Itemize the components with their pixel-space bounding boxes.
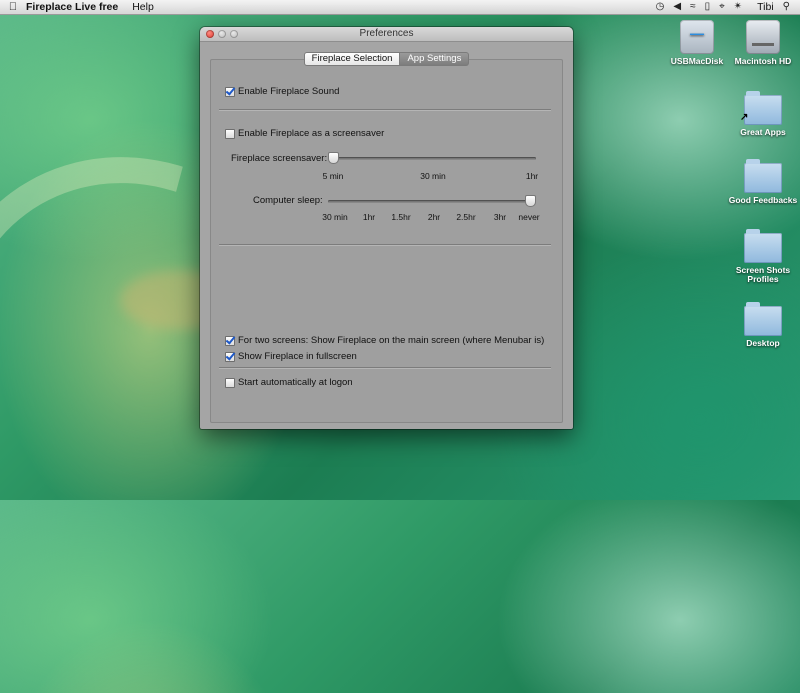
window-title: Preferences xyxy=(359,28,414,39)
volume-icon[interactable]: ◀ xyxy=(673,0,681,14)
screensaver-tick: 30 min xyxy=(420,171,446,181)
desktop-item-screen-shots-profiles[interactable]: Screen Shots Profiles xyxy=(728,229,798,284)
tab-app-settings[interactable]: App Settings xyxy=(400,52,470,66)
divider xyxy=(219,244,551,246)
sleep-tick: 2hr xyxy=(427,212,441,222)
desktop-item-good-feedbacks[interactable]: Good Feedbacks xyxy=(728,159,798,205)
sleep-tick: never xyxy=(518,212,540,222)
fullscreen-option[interactable]: Show Fireplace in fullscreen xyxy=(225,351,357,362)
desktop-item-label: USBMacDisk xyxy=(670,56,724,66)
bluetooth-icon[interactable]: ✴ xyxy=(734,0,742,14)
divider xyxy=(219,109,551,111)
autostart-checkbox[interactable] xyxy=(225,377,235,388)
screensaver-tick: 5 min xyxy=(322,171,344,181)
help-menu[interactable]: Help xyxy=(132,1,154,13)
screensaver-slider-label: Fireplace screensaver: xyxy=(231,153,328,164)
folder-icon xyxy=(744,159,782,193)
sleep-slider-label: Computer sleep: xyxy=(253,195,323,206)
desktop-item-macintosh-hd[interactable]: Macintosh HD xyxy=(728,20,798,66)
search-icon[interactable]: ⚲ xyxy=(783,0,790,14)
sleep-tick: 3hr xyxy=(493,212,507,222)
desktop-item-great-apps[interactable]: ↗ Great Apps xyxy=(728,91,798,137)
user-name[interactable]: Tibi xyxy=(757,1,774,13)
settings-panel: Enable Fireplace Sound Enable Fireplace … xyxy=(210,59,563,423)
battery-icon[interactable]: ▯ xyxy=(705,0,711,14)
desktop-item-label: Desktop xyxy=(746,338,780,348)
sleep-tick: 2.5hr xyxy=(456,212,476,222)
folder-icon: ↗ xyxy=(740,91,782,125)
status-area: ◷ ◀ ≈ ▯ ⌖ ✴ Tibi ⚲ xyxy=(656,0,800,14)
screensaver-tick: 1hr xyxy=(525,171,539,181)
keyboard-icon[interactable]: ⌖ xyxy=(719,0,725,14)
time-machine-icon[interactable]: ◷ xyxy=(656,0,665,14)
screensaver-slider-track[interactable] xyxy=(328,157,536,160)
desktop-item-label: Macintosh HD xyxy=(734,56,792,66)
preferences-window: Preferences Enable Fireplace Sound Enabl… xyxy=(200,27,573,429)
sleep-tick: 1.5hr xyxy=(391,212,411,222)
autostart-option[interactable]: Start automatically at logon xyxy=(225,377,353,388)
two-screens-checkbox[interactable] xyxy=(225,335,235,346)
apple-menu-icon[interactable]:  xyxy=(0,1,26,13)
screensaver-checkbox[interactable] xyxy=(225,128,235,139)
sleep-slider-thumb[interactable] xyxy=(525,195,536,207)
desktop-item-label: Great Apps xyxy=(740,127,786,137)
fullscreen-checkbox[interactable] xyxy=(225,351,235,362)
screensaver-label: Enable Fireplace as a screensaver xyxy=(238,128,385,139)
desktop-item-label: Good Feedbacks xyxy=(728,195,798,205)
sleep-tick: 1hr xyxy=(362,212,376,222)
desktop-item-label: Screen Shots Profiles xyxy=(735,265,791,284)
desktop-item-usbmacdisk[interactable]: USBMacDisk xyxy=(662,20,732,66)
tab-bar: Fireplace Selection App Settings xyxy=(200,52,573,66)
sound-option[interactable]: Enable Fireplace Sound xyxy=(225,86,339,97)
autostart-label: Start automatically at logon xyxy=(238,377,353,388)
screensaver-slider-thumb[interactable] xyxy=(328,152,339,164)
sound-checkbox[interactable] xyxy=(225,86,235,97)
app-menu[interactable]: Fireplace Live free xyxy=(26,1,118,13)
divider xyxy=(219,367,551,369)
alias-arrow-icon: ↗ xyxy=(740,112,749,123)
folder-icon xyxy=(744,229,782,263)
menu-bar:  Fireplace Live free Help ◷ ◀ ≈ ▯ ⌖ ✴ T… xyxy=(0,0,800,15)
sleep-tick: 30 min xyxy=(322,212,348,222)
tab-fireplace-selection[interactable]: Fireplace Selection xyxy=(303,52,401,66)
two-screens-label: For two screens: Show Fireplace on the m… xyxy=(238,335,545,346)
sleep-slider-track[interactable] xyxy=(328,200,536,203)
title-bar[interactable]: Preferences xyxy=(200,27,573,42)
fullscreen-label: Show Fireplace in fullscreen xyxy=(238,351,357,362)
usb-drive-icon xyxy=(680,20,714,54)
screensaver-option[interactable]: Enable Fireplace as a screensaver xyxy=(225,128,384,139)
hard-drive-icon xyxy=(746,20,780,54)
desktop-item-desktop[interactable]: Desktop xyxy=(728,302,798,348)
wifi-icon[interactable]: ≈ xyxy=(690,0,696,14)
folder-icon xyxy=(744,302,782,336)
two-screens-option[interactable]: For two screens: Show Fireplace on the m… xyxy=(225,335,544,346)
sound-label: Enable Fireplace Sound xyxy=(238,86,340,97)
